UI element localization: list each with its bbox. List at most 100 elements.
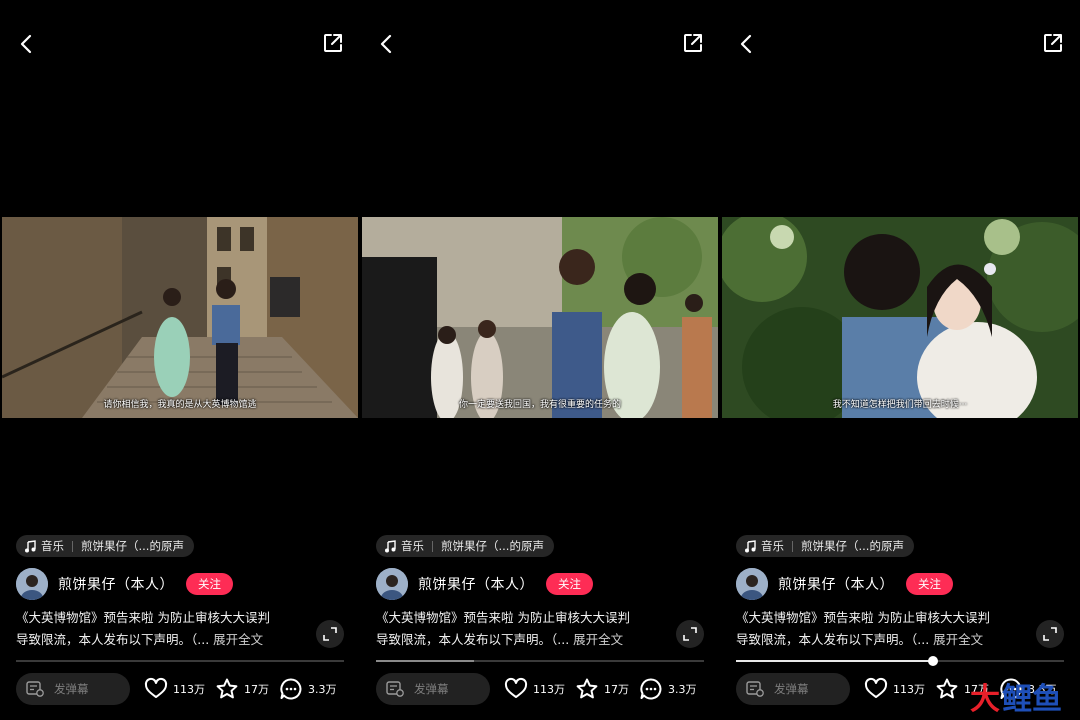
video-frame-street [362,217,718,418]
top-bar [720,30,1080,58]
music-chip[interactable]: 音乐 煎饼果仔（...的原声 [16,535,194,557]
three-panel-screenshot: 请你相信我，我真的是从大英博物馆逃 音乐 煎饼果仔（...的原声 煎饼果仔（本人… [0,0,1080,720]
like-count: 113万 [173,683,205,696]
progress-thumb[interactable] [927,656,938,666]
video-progress-bar[interactable] [376,660,704,662]
video-progress-bar[interactable] [16,660,344,662]
follow-button[interactable]: 关注 [906,573,953,595]
danmu-placeholder: 发弹幕 [774,682,809,696]
star-icon [216,678,238,699]
description-line-2-text: 导致限流，本人发布以下声明。（... [376,632,570,647]
video-frame-stairs [2,217,358,418]
video-description: 《大英博物馆》预告来啦 为防止审核大大误判 导致限流，本人发布以下声明。（...… [16,607,306,651]
share-icon[interactable] [682,32,704,54]
fullscreen-button[interactable] [676,620,704,648]
back-arrow-icon[interactable] [376,32,398,56]
like-button[interactable]: 113万 [504,677,565,701]
author-name[interactable]: 煎饼果仔（本人） [418,574,534,594]
favorite-count: 17万 [604,683,629,696]
comment-count: 3.3万 [308,683,337,696]
music-label: 音乐 [761,539,784,553]
expand-full-text-link[interactable]: 展开全文 [933,632,983,647]
avatar[interactable] [376,568,408,600]
share-icon[interactable] [1042,32,1064,54]
watermark-char-2: 鲤鱼 [1002,682,1062,717]
fullscreen-icon [1043,627,1057,641]
expand-full-text-link[interactable]: 展开全文 [573,632,623,647]
back-arrow-icon[interactable] [736,32,758,56]
description-line-2: 导致限流，本人发布以下声明。（... 展开全文 [376,629,666,651]
description-line-1: 《大英博物馆》预告来啦 为防止审核大大误判 [736,610,990,625]
favorite-button[interactable]: 17万 [215,677,269,701]
music-divider [792,540,793,552]
author-row: 煎饼果仔（本人） 关注 [736,568,953,600]
heart-icon [504,677,528,698]
star-icon [576,678,598,699]
danmu-input[interactable]: 发弹幕 [736,673,850,705]
avatar[interactable] [736,568,768,600]
video-frame-hug [722,217,1078,418]
music-chip[interactable]: 音乐 煎饼果仔（...的原声 [376,535,554,557]
video-player[interactable]: 我不知道怎样把我们带回去时候··· [722,217,1078,418]
music-label: 音乐 [41,539,64,553]
music-source: 煎饼果仔（...的原声 [81,539,184,553]
description-line-2-text: 导致限流，本人发布以下声明。（... [16,632,210,647]
follow-button[interactable]: 关注 [186,573,233,595]
music-chip[interactable]: 音乐 煎饼果仔（...的原声 [736,535,914,557]
progress-fill [376,660,475,662]
action-group: 113万 17万 3.3万 [504,677,697,701]
danmu-icon [26,681,44,697]
music-source: 煎饼果仔（...的原声 [441,539,544,553]
fullscreen-button[interactable] [1036,620,1064,648]
heart-icon [144,677,168,698]
video-description: 《大英博物馆》预告来啦 为防止审核大大误判 导致限流，本人发布以下声明。（...… [736,607,1026,651]
description-line-2-text: 导致限流，本人发布以下声明。（... [736,632,930,647]
music-divider [72,540,73,552]
fullscreen-icon [323,627,337,641]
author-name[interactable]: 煎饼果仔（本人） [778,574,894,594]
progress-fill [736,660,933,662]
top-bar [360,30,720,58]
video-description: 《大英博物馆》预告来啦 为防止审核大大误判 导致限流，本人发布以下声明。（...… [376,607,666,651]
danmu-placeholder: 发弹幕 [54,682,89,696]
video-subtitle: 你一定要送我回国，我有很重要的任务的 [458,400,621,410]
video-player[interactable]: 你一定要送我回国，我有很重要的任务的 [362,217,718,418]
like-button[interactable]: 113万 [144,677,205,701]
like-button[interactable]: 113万 [864,677,925,701]
expand-full-text-link[interactable]: 展开全文 [213,632,263,647]
action-group: 113万 17万 3.3万 [144,677,337,701]
description-line-2: 导致限流，本人发布以下声明。（... 展开全文 [736,629,1026,651]
video-progress-bar[interactable] [736,656,1064,666]
comment-button[interactable]: 3.3万 [279,677,337,701]
avatar[interactable] [16,568,48,600]
like-count: 113万 [533,683,565,696]
favorite-button[interactable]: 17万 [575,677,629,701]
danmu-icon [746,681,764,697]
danmu-icon [386,681,404,697]
music-label: 音乐 [401,539,424,553]
music-source: 煎饼果仔（...的原声 [801,539,904,553]
video-panel-2: 你一定要送我回国，我有很重要的任务的 音乐 煎饼果仔（...的原声 煎饼果仔（本… [360,0,720,720]
follow-button[interactable]: 关注 [546,573,593,595]
danmu-placeholder: 发弹幕 [414,682,449,696]
like-count: 113万 [893,683,925,696]
description-line-1: 《大英博物馆》预告来啦 为防止审核大大误判 [376,610,630,625]
danmu-input[interactable]: 发弹幕 [16,673,130,705]
music-note-icon [25,539,36,552]
share-icon[interactable] [322,32,344,54]
top-bar [0,30,360,58]
video-subtitle: 我不知道怎样把我们带回去时候··· [832,400,968,410]
author-name[interactable]: 煎饼果仔（本人） [58,574,174,594]
danmu-input[interactable]: 发弹幕 [376,673,490,705]
fullscreen-button[interactable] [316,620,344,648]
back-arrow-icon[interactable] [16,32,38,56]
comment-button[interactable]: 3.3万 [639,677,697,701]
music-divider [432,540,433,552]
video-player[interactable]: 请你相信我，我真的是从大英博物馆逃 [2,217,358,418]
comment-icon [640,678,662,700]
fullscreen-icon [683,627,697,641]
author-row: 煎饼果仔（本人） 关注 [16,568,233,600]
bottom-bar: 发弹幕 113万 17万 3.3万 [376,672,708,706]
watermark-char-1: 大 [970,682,1000,717]
video-subtitle: 请你相信我，我真的是从大英博物馆逃 [103,400,257,410]
